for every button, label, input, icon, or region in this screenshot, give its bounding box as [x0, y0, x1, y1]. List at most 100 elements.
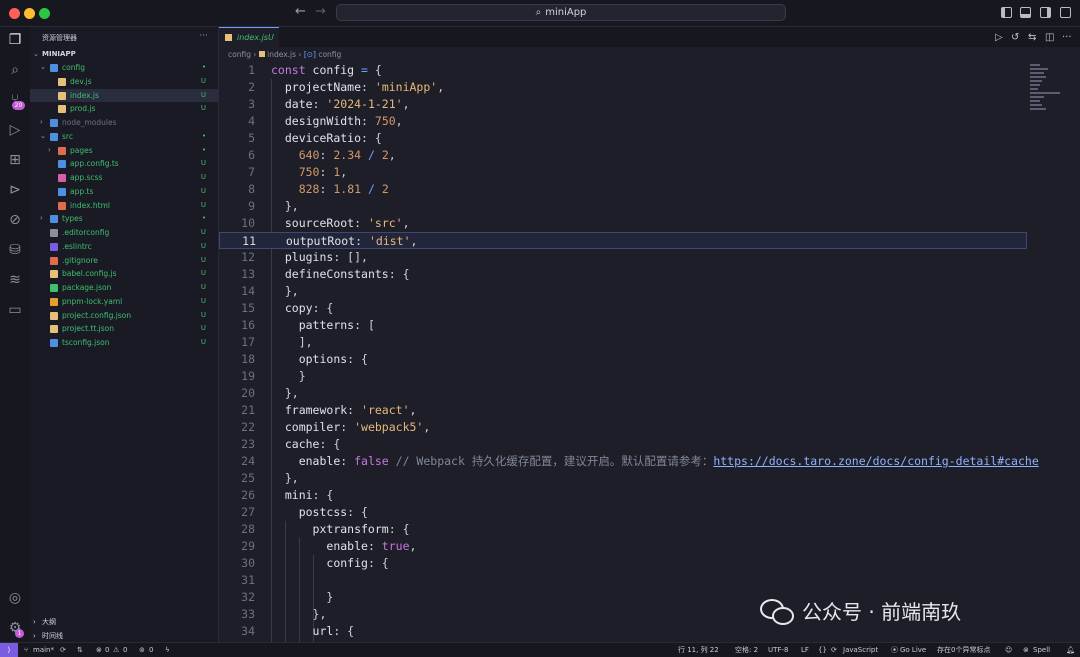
- code-line[interactable]: 6 640: 2.34 / 2,: [219, 147, 1027, 164]
- exceptions-indicator[interactable]: 存在0个异常标点: [937, 643, 990, 657]
- cursor-position[interactable]: 行 11, 列 22: [678, 643, 719, 657]
- tree-file[interactable]: tsconfig.json U: [30, 336, 218, 349]
- code-line[interactable]: 21 framework: 'react',: [219, 402, 1027, 419]
- history-icon[interactable]: ↺: [1011, 32, 1019, 43]
- compare-icon[interactable]: ⇆: [1028, 32, 1036, 43]
- minimap[interactable]: [1030, 62, 1066, 132]
- outline-section[interactable]: › 大纲: [30, 615, 218, 629]
- tree-folder[interactable]: › types •: [30, 212, 218, 225]
- remote-indicator-icon[interactable]: ⟩: [0, 643, 18, 657]
- code-line[interactable]: 23 cache: {: [219, 436, 1027, 453]
- tree-file[interactable]: prod.js U: [30, 102, 218, 115]
- account-icon[interactable]: ◎: [6, 589, 24, 607]
- toggle-primary-sidebar-icon[interactable]: [1001, 7, 1012, 18]
- code-line[interactable]: 16 patterns: [: [219, 317, 1027, 334]
- code-line[interactable]: 10 sourceRoot: 'src',: [219, 215, 1027, 232]
- tree-file[interactable]: index.html U: [30, 199, 218, 212]
- code-line[interactable]: 8 828: 1.81 / 2: [219, 181, 1027, 198]
- encoding[interactable]: UTF-8: [768, 643, 788, 657]
- back-arrow-icon[interactable]: ←: [295, 4, 306, 19]
- toggle-secondary-sidebar-icon[interactable]: [1040, 7, 1051, 18]
- code-line[interactable]: 3 date: '2024-1-21',: [219, 96, 1027, 113]
- ports-count[interactable]: 0: [149, 643, 153, 657]
- tree-file[interactable]: index.js U: [30, 88, 218, 102]
- code-line[interactable]: 27 postcss: {: [219, 504, 1027, 521]
- code-line[interactable]: 11 outputRoot: 'dist',: [219, 232, 1027, 249]
- code-line[interactable]: 28 pxtransform: {: [219, 521, 1027, 538]
- zoom-window-button[interactable]: [39, 8, 50, 19]
- comments-icon[interactable]: ▭: [6, 301, 24, 319]
- project-root[interactable]: ⌄ MINIAPP: [30, 48, 218, 61]
- tree-folder[interactable]: › node_modules: [30, 116, 218, 129]
- toggle-panel-icon[interactable]: [1020, 7, 1031, 18]
- tab-index-js[interactable]: index.js U: [219, 27, 279, 47]
- indentation[interactable]: 空格: 2: [735, 643, 758, 657]
- command-center-search[interactable]: ⌕ miniApp: [336, 4, 786, 21]
- code-line[interactable]: 9 },: [219, 198, 1027, 215]
- tree-file[interactable]: app.config.ts U: [30, 157, 218, 170]
- tree-file[interactable]: project.tt.json U: [30, 322, 218, 335]
- language-mode[interactable]: JavaScript: [843, 643, 878, 657]
- lightning-icon[interactable]: ϟ: [165, 643, 170, 657]
- publish-icon[interactable]: ⇅: [77, 643, 83, 657]
- code-line[interactable]: 15 copy: {: [219, 300, 1027, 317]
- code-line[interactable]: 22 compiler: 'webpack5',: [219, 419, 1027, 436]
- code-line[interactable]: 14 },: [219, 283, 1027, 300]
- more-actions-icon[interactable]: ···: [199, 31, 208, 41]
- tree-folder[interactable]: ⌄ config •: [30, 61, 218, 74]
- tree-file[interactable]: project.config.json U: [30, 309, 218, 322]
- code-line[interactable]: 5 deviceRatio: {: [219, 130, 1027, 147]
- run-debug-icon[interactable]: ▷: [6, 121, 24, 139]
- branch-name[interactable]: main*: [33, 643, 54, 657]
- tree-file[interactable]: dev.js U: [30, 75, 218, 88]
- timeline-section[interactable]: › 时间线: [30, 629, 218, 643]
- code-line[interactable]: 25 },: [219, 470, 1027, 487]
- minimize-window-button[interactable]: [24, 8, 35, 19]
- tree-file[interactable]: package.json U: [30, 281, 218, 294]
- code-line[interactable]: 19 }: [219, 368, 1027, 385]
- remote-icon[interactable]: ⊳: [6, 181, 24, 199]
- notifications-icon[interactable]: 🔔︎: [1066, 643, 1075, 657]
- code-line[interactable]: 7 750: 1,: [219, 164, 1027, 181]
- code-line[interactable]: 24 enable: false // Webpack 持久化缓存配置，建议开启…: [219, 453, 1039, 470]
- code-line[interactable]: 2 projectName: 'miniApp',: [219, 79, 1027, 96]
- testing-icon[interactable]: ⊘: [6, 211, 24, 229]
- code-line[interactable]: 34 url: {: [219, 623, 1027, 640]
- extensions-icon[interactable]: ⊞: [6, 151, 24, 169]
- tree-file[interactable]: app.ts U: [30, 185, 218, 198]
- customize-layout-icon[interactable]: [1060, 7, 1071, 18]
- spell-checker[interactable]: Spell: [1033, 643, 1050, 657]
- forward-arrow-icon[interactable]: →: [315, 4, 326, 19]
- breadcrumb-item[interactable]: index.js: [267, 50, 296, 59]
- tree-file[interactable]: app.scss U: [30, 171, 218, 184]
- breadcrumb-item[interactable]: config: [228, 50, 251, 59]
- run-icon[interactable]: ▷: [995, 32, 1003, 43]
- code-line[interactable]: 13 defineConstants: {: [219, 266, 1027, 283]
- breadcrumb-item[interactable]: config: [318, 50, 341, 59]
- search-icon[interactable]: ⌕: [6, 61, 24, 79]
- copilot-icon[interactable]: ☺: [1005, 643, 1012, 657]
- error-count[interactable]: 0: [105, 643, 109, 657]
- code-line[interactable]: 12 plugins: [],: [219, 249, 1027, 266]
- close-window-button[interactable]: [9, 8, 20, 19]
- database-icon[interactable]: ⛁: [6, 241, 24, 259]
- code-line[interactable]: 31: [219, 572, 1027, 589]
- code-line[interactable]: 30 config: {: [219, 555, 1027, 572]
- tree-folder[interactable]: › pages •: [30, 144, 218, 157]
- code-line[interactable]: 29 enable: true,: [219, 538, 1027, 555]
- code-line[interactable]: 17 ],: [219, 334, 1027, 351]
- code-line[interactable]: 1 const config = {: [219, 62, 1027, 79]
- split-editor-icon[interactable]: ◫: [1045, 32, 1054, 43]
- code-editor[interactable]: 1 const config = {2 projectName: 'miniApp…: [219, 62, 1080, 642]
- code-line[interactable]: 20 },: [219, 385, 1027, 402]
- tree-folder[interactable]: ⌄ src •: [30, 130, 218, 143]
- layers-icon[interactable]: ≋: [6, 271, 24, 289]
- code-line[interactable]: 18 options: {: [219, 351, 1027, 368]
- code-line[interactable]: 26 mini: {: [219, 487, 1027, 504]
- tree-file[interactable]: .gitignore U: [30, 254, 218, 267]
- explorer-icon[interactable]: ❐: [6, 31, 24, 49]
- go-live-button[interactable]: Go Live: [900, 643, 926, 657]
- warning-count[interactable]: 0: [123, 643, 127, 657]
- sync-icon[interactable]: ⟳: [60, 643, 66, 657]
- more-actions-icon[interactable]: ···: [1062, 32, 1072, 43]
